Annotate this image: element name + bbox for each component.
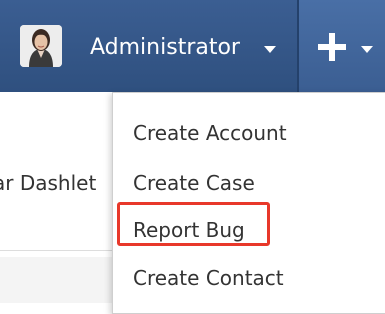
- menu-item-create-account[interactable]: Create Account: [133, 120, 287, 146]
- menu-item-report-bug[interactable]: Report Bug: [133, 217, 245, 243]
- chevron-down-icon[interactable]: [361, 46, 373, 53]
- dashlet-label: ar Dashlet: [0, 171, 97, 195]
- background-dashboard-area: ar Dashlet: [0, 92, 112, 303]
- quick-create-dropdown: Create Account Create Case Report Bug Cr…: [112, 92, 385, 314]
- background-panel: [0, 257, 112, 303]
- top-navigation-bar: Administrator: [0, 0, 385, 92]
- menu-item-create-case[interactable]: Create Case: [133, 170, 255, 196]
- plus-icon[interactable]: [318, 33, 346, 61]
- user-name[interactable]: Administrator: [90, 34, 240, 62]
- user-avatar-icon[interactable]: [20, 25, 62, 67]
- menu-item-create-contact[interactable]: Create Contact: [133, 265, 284, 291]
- chevron-down-icon[interactable]: [264, 46, 276, 53]
- divider: [0, 250, 112, 251]
